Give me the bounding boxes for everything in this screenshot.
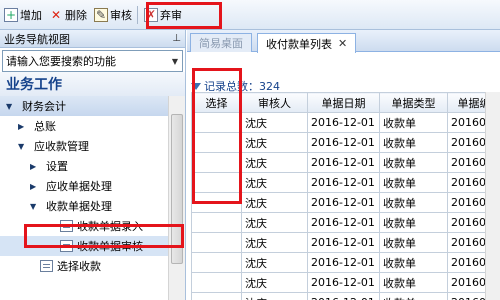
tree-item-receipt-docs[interactable]: ▼ 收款单据处理 — [0, 196, 168, 216]
delete-x-icon: ✕ — [50, 7, 62, 22]
cell-type: 收款单 — [379, 212, 448, 233]
nav-tree: ▼ 财务会计 ▶ 总账 ▼ 应收款管理 ▶ 设置 ▶ 应收单据处理 ▼ 收款单据… — [0, 96, 168, 276]
cell-type: 收款单 — [379, 232, 448, 253]
table-row[interactable]: 沈庆2016-12-01收款单201603120 — [191, 292, 500, 300]
nav-header: 业务导航视图 ⊥ — [0, 30, 185, 48]
cell-type: 收款单 — [379, 252, 448, 273]
chevron-down-icon[interactable]: ▼ — [168, 57, 182, 66]
tab-receipt-list[interactable]: 收付款单列表 ✕ — [257, 33, 357, 53]
add-label: 增加 — [20, 8, 42, 22]
toolbar: + 增加 ✕ 删除 ✎ 审核 ✗ 弃审 — [0, 0, 500, 30]
nav-section-title: 业务工作 — [0, 72, 185, 96]
cell-date: 2016-12-01 — [307, 252, 380, 273]
cell-date: 2016-12-01 — [307, 272, 380, 293]
cell-auditor: 沈庆 — [241, 112, 308, 133]
highlight-abandon-audit — [146, 2, 222, 29]
table-row[interactable]: 沈庆2016-12-01收款单201603119 — [191, 212, 500, 233]
table-row[interactable]: 沈庆2016-12-01收款单201603119 — [191, 232, 500, 253]
cell-auditor: 沈庆 — [241, 132, 308, 153]
audit-button[interactable]: ✎ 审核 — [91, 3, 135, 27]
expand-arrow-icon: ▼ — [18, 141, 25, 151]
document-icon — [40, 260, 53, 272]
cell-select[interactable] — [191, 252, 242, 273]
cell-auditor: 沈庆 — [241, 152, 308, 173]
close-icon[interactable]: ✕ — [338, 37, 347, 50]
add-button[interactable]: + 增加 — [1, 3, 45, 27]
cell-type: 收款单 — [379, 132, 448, 153]
nav-search-text: 请输入您要搜索的功能 — [6, 55, 116, 68]
cell-auditor: 沈庆 — [241, 252, 308, 273]
nav-header-title: 业务导航视图 — [4, 32, 70, 46]
cell-auditor: 沈庆 — [241, 232, 308, 253]
tree-item-receivable-docs[interactable]: ▶ 应收单据处理 — [0, 176, 168, 196]
column-header-type[interactable]: 单据类型 — [379, 92, 448, 113]
highlight-select-column — [192, 68, 242, 204]
tab-bar: 简易桌面 收付款单列表 ✕ — [187, 30, 500, 53]
cell-select[interactable] — [191, 272, 242, 293]
delete-label: 删除 — [65, 8, 87, 22]
cell-type: 收款单 — [379, 192, 448, 213]
nav-search-input[interactable]: 请输入您要搜索的功能 ▼ — [2, 50, 183, 72]
audit-label: 审核 — [110, 8, 132, 22]
cell-auditor: 沈庆 — [241, 212, 308, 233]
cell-type: 收款单 — [379, 272, 448, 293]
collapse-arrow-icon: ▶ — [30, 161, 37, 171]
cell-auditor: 沈庆 — [241, 192, 308, 213]
cell-date: 2016-12-01 — [307, 232, 380, 253]
table-row[interactable]: 沈庆2016-12-01收款单201603120 — [191, 272, 500, 293]
cell-date: 2016-12-01 — [307, 212, 380, 233]
tree-item-financial-accounting[interactable]: ▼ 财务会计 — [0, 96, 168, 116]
expand-arrow-icon: ▼ — [6, 101, 13, 111]
cell-select[interactable] — [191, 212, 242, 233]
collapse-arrow-icon: ▶ — [18, 121, 25, 131]
cell-auditor: 沈庆 — [241, 272, 308, 293]
business-navigation-panel: 业务导航视图 ⊥ 请输入您要搜索的功能 ▼ 业务工作 ▼ 财务会计 ▶ 总账 ▼… — [0, 30, 186, 300]
toolbar-divider — [137, 5, 138, 24]
cell-type: 收款单 — [379, 292, 448, 300]
tree-item-settings[interactable]: ▶ 设置 — [0, 156, 168, 176]
cell-date: 2016-12-01 — [307, 132, 380, 153]
column-header-auditor[interactable]: 审核人 — [241, 92, 308, 113]
cell-date: 2016-12-01 — [307, 192, 380, 213]
tree-item-select-receipt[interactable]: 选择收款 — [0, 256, 168, 276]
table-scrollbar[interactable] — [485, 92, 500, 300]
cell-date: 2016-12-01 — [307, 152, 380, 173]
tree-item-general-ledger[interactable]: ▶ 总账 — [0, 116, 168, 136]
cell-date: 2016-12-01 — [307, 112, 380, 133]
cell-select[interactable] — [191, 292, 242, 300]
expand-arrow-icon: ▼ — [30, 201, 37, 211]
cell-auditor: 沈庆 — [241, 172, 308, 193]
cell-type: 收款单 — [379, 152, 448, 173]
pin-icon[interactable]: ⊥ — [172, 33, 181, 44]
audit-icon: ✎ — [94, 7, 108, 22]
cell-type: 收款单 — [379, 112, 448, 133]
collapse-arrow-icon: ▶ — [30, 181, 37, 191]
cell-date: 2016-12-01 — [307, 172, 380, 193]
tree-item-receivables[interactable]: ▼ 应收款管理 — [0, 136, 168, 156]
add-icon: + — [4, 7, 18, 22]
delete-button[interactable]: ✕ 删除 — [46, 3, 90, 27]
cell-auditor: 沈庆 — [241, 292, 308, 300]
highlight-receipt-audit — [24, 224, 184, 248]
cell-type: 收款单 — [379, 172, 448, 193]
tab-simple-desktop[interactable]: 简易桌面 — [190, 33, 252, 52]
nav-scrollbar[interactable] — [168, 96, 185, 300]
cell-date: 2016-12-01 — [307, 292, 380, 300]
table-row[interactable]: 沈庆2016-12-01收款单201603120 — [191, 252, 500, 273]
cell-select[interactable] — [191, 232, 242, 253]
column-header-date[interactable]: 单据日期 — [307, 92, 380, 113]
